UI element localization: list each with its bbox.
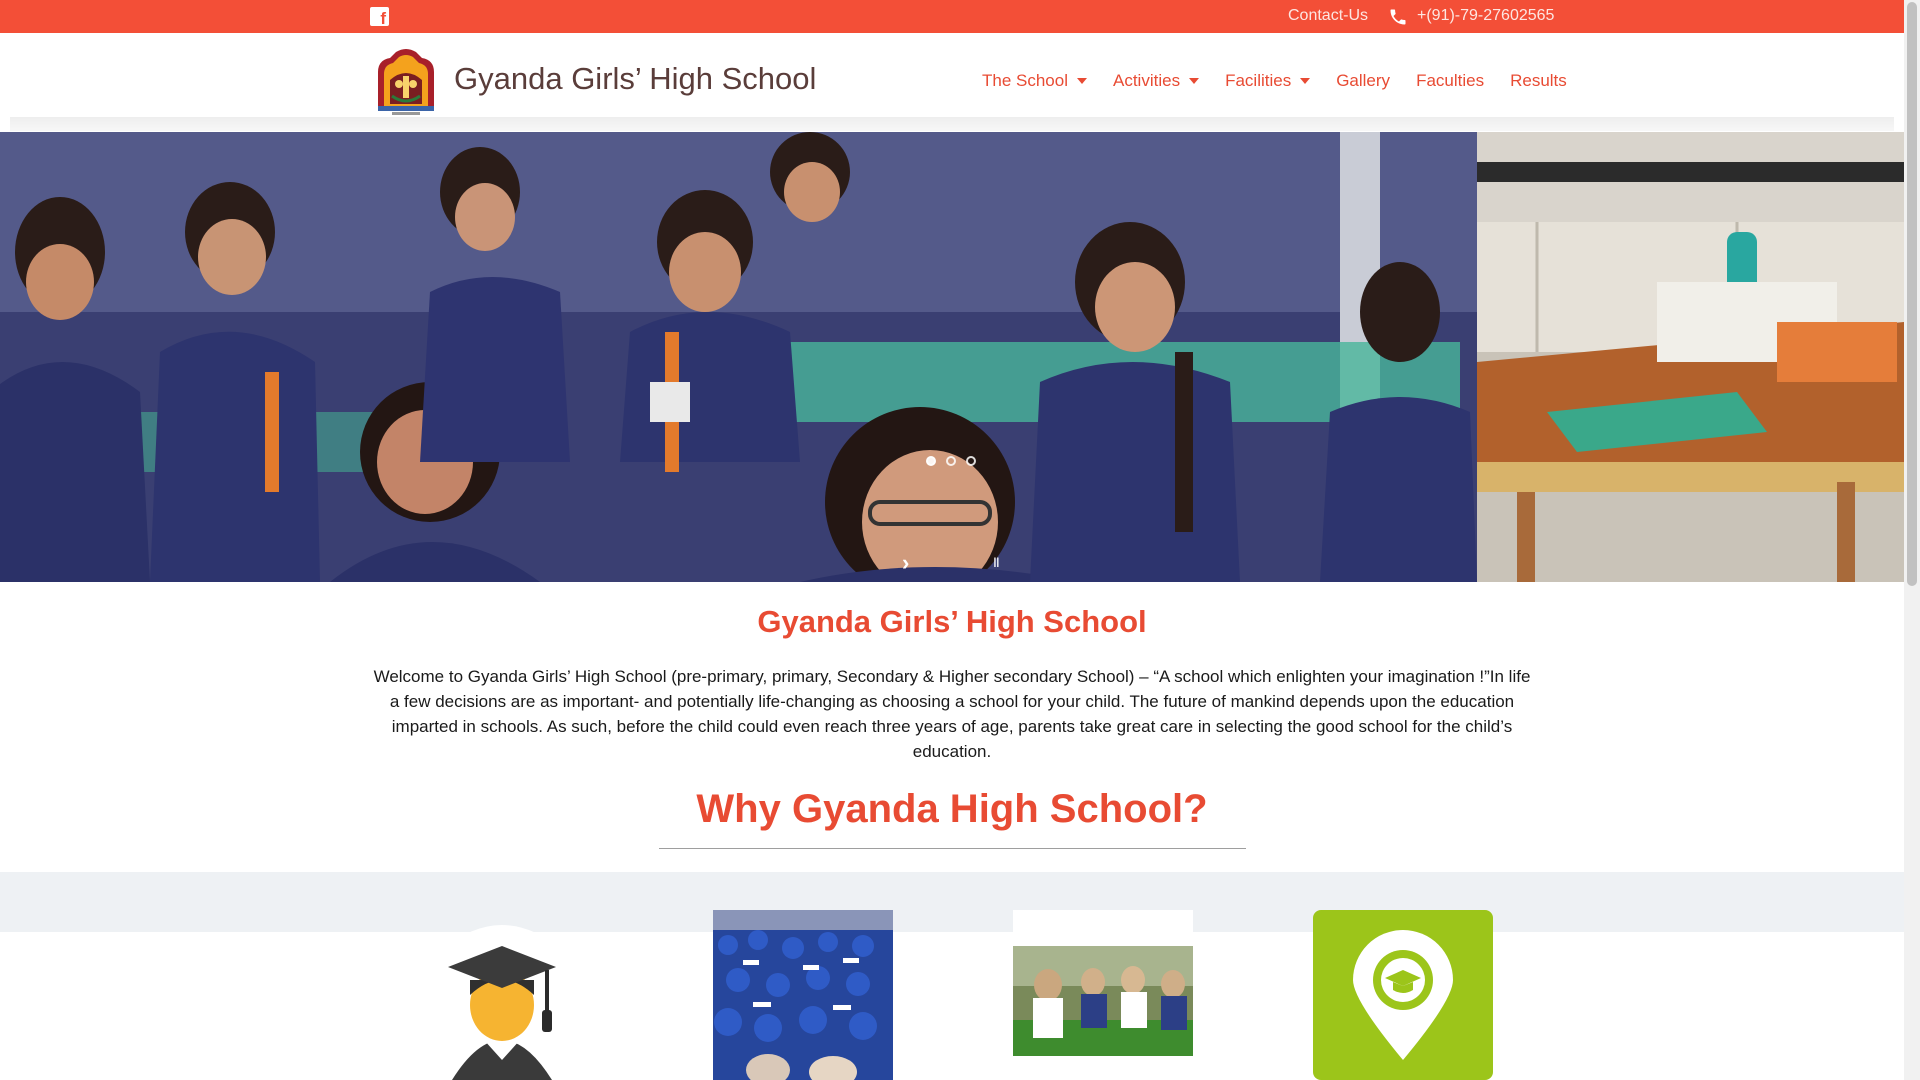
heading-divider (659, 848, 1246, 849)
nav-label: Results (1510, 71, 1567, 90)
phone-number[interactable]: +(91)-79-27602565 (1417, 7, 1554, 25)
top-bar: f Contact-Us +(91)-79-27602565 (0, 0, 1904, 33)
intro-heading: Gyanda Girls’ High School (757, 604, 1147, 639)
caret-down-icon (1300, 78, 1311, 84)
slide-classroom-image (1477, 132, 1904, 582)
school-crest-logo[interactable] (370, 46, 442, 116)
features-band (0, 872, 1904, 932)
slider-dot[interactable] (946, 456, 956, 466)
nav-label: The School (982, 71, 1068, 90)
nav-item-gallery[interactable]: Gallery (1336, 71, 1390, 91)
slider-dots (926, 456, 976, 466)
hero-slider[interactable]: › II (0, 132, 1904, 582)
nav-item-results[interactable]: Results (1510, 71, 1567, 91)
nav-label: Activities (1113, 71, 1181, 90)
main-nav: The School Activities Facilities Gallery… (982, 71, 1593, 91)
nav-label: Gallery (1336, 71, 1391, 90)
page-scrollbar-thumb[interactable] (1907, 2, 1917, 586)
why-heading: Why Gyanda High School? (696, 787, 1208, 831)
slider-next-icon[interactable]: › (902, 550, 909, 576)
graduate-icon[interactable] (412, 910, 592, 1080)
caret-down-icon (1189, 78, 1200, 84)
slider-dot[interactable] (966, 456, 976, 466)
nav-item-activities[interactable]: Activities (1113, 71, 1200, 91)
nav-label: Faculties (1416, 71, 1485, 90)
school-location-pin-icon[interactable] (1313, 910, 1493, 1080)
site-title[interactable]: Gyanda Girls’ High School (454, 61, 816, 97)
contact-us-link[interactable]: Contact-Us (1288, 7, 1368, 25)
site-header (0, 33, 1904, 118)
slider-pause-icon[interactable]: II (993, 554, 1000, 570)
header-divider (10, 117, 1894, 131)
slide-students-image (0, 132, 1477, 582)
caret-down-icon (1077, 78, 1087, 84)
phone-icon (1390, 9, 1406, 25)
features-section (0, 932, 1904, 1080)
intro-text: Welcome to Gyanda Girls’ High School (pr… (373, 667, 1531, 761)
nav-label: Facilities (1225, 71, 1292, 90)
slider-dot[interactable] (926, 456, 936, 466)
nav-item-facilities[interactable]: Facilities (1225, 71, 1311, 91)
nav-item-faculties[interactable]: Faculties (1416, 71, 1484, 91)
graduation-ceremony-image[interactable] (713, 910, 893, 1080)
nav-item-the-school[interactable]: The School (982, 71, 1087, 91)
facebook-icon[interactable]: f (370, 7, 389, 27)
students-running-image[interactable] (1013, 910, 1193, 1080)
